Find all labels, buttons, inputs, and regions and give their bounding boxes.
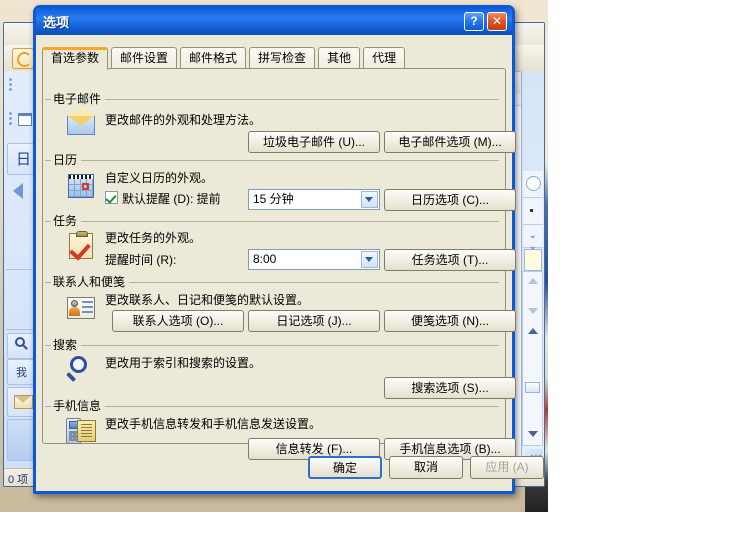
group-mobile-legend: 手机信息: [51, 397, 106, 414]
tab-other[interactable]: 其他: [318, 47, 361, 68]
group-contacts-legend: 联系人和便笺: [51, 273, 130, 290]
nav-dots-icon: [8, 77, 13, 93]
outlook-todo-bar: ⌄ ⌄: [521, 71, 544, 468]
tab-mail-setup[interactable]: 邮件设置: [111, 47, 178, 68]
tab-mail-format[interactable]: 邮件格式: [180, 47, 247, 68]
reminder-interval-value: 15 分钟: [253, 192, 294, 206]
notes-options-button[interactable]: 便笺选项 (N)...: [384, 310, 516, 332]
mobile-info-icon: [65, 415, 97, 447]
journal-options-button[interactable]: 日记选项 (J)...: [248, 310, 380, 332]
group-calendar-rule: [45, 160, 499, 161]
contacts-icon: [65, 292, 97, 324]
apply-button: 应用 (A): [470, 456, 544, 479]
contact-options-button[interactable]: 联系人选项 (O)...: [112, 310, 244, 332]
search-description: 更改用于索引和搜索的设置。: [105, 356, 262, 370]
group-search-legend: 搜索: [51, 336, 82, 353]
group-email-legend: 电子邮件: [51, 90, 106, 107]
chevron-down-icon[interactable]: [361, 191, 378, 208]
group-tasks-legend: 任务: [51, 212, 82, 229]
tab-spelling[interactable]: 拼写检查: [249, 47, 316, 68]
reminder-time-label: 提醒时间 (R):: [105, 253, 177, 267]
close-button[interactable]: ✕: [487, 12, 507, 31]
group-tasks-rule: [45, 221, 499, 222]
todo-cell-2[interactable]: [523, 198, 543, 225]
nav-grid-icon: [18, 113, 32, 126]
scroll-up-arrow-icon[interactable]: [527, 328, 538, 334]
outlook-logo-icon: [12, 48, 34, 69]
todo-scrollbar[interactable]: [522, 271, 543, 446]
dialog-tabrow: 首选参数 邮件设置 邮件格式 拼写检查 其他 代理: [42, 47, 408, 70]
nav-envelope-icon: [14, 395, 33, 409]
calendar-icon: [65, 170, 97, 202]
scroll-down-arrow-icon[interactable]: [527, 431, 538, 437]
reminder-time-combo[interactable]: 8:00: [248, 249, 380, 270]
task-options-button[interactable]: 任务选项 (T)...: [384, 249, 516, 271]
ok-button[interactable]: 确定: [308, 456, 382, 479]
todo-note-cell[interactable]: [524, 249, 542, 271]
help-button[interactable]: ?: [464, 12, 484, 31]
email-icon: [65, 107, 97, 141]
scroll-down-faint-icon[interactable]: [527, 308, 538, 314]
todo-cell-1[interactable]: [523, 171, 543, 198]
group-search-rule: [45, 345, 499, 346]
mobile-description: 更改手机信息转发和手机信息发送设置。: [105, 417, 322, 431]
dialog-title: 选项: [43, 15, 70, 30]
group-email-rule: [45, 99, 499, 100]
screen-root: 日 我 ✕: [0, 0, 753, 539]
todo-dot-icon: [530, 209, 533, 212]
reminder-interval-combo[interactable]: 15 分钟: [248, 189, 380, 210]
default-reminder-checkbox[interactable]: [105, 191, 118, 204]
scrollbar-thumb[interactable]: [525, 382, 540, 393]
nav-person-search-icon: [14, 337, 29, 352]
contacts-description: 更改联系人、日记和便笺的默认设置。: [105, 293, 310, 307]
tasks-description: 更改任务的外观。: [105, 231, 202, 245]
options-dialog: 选项 ? ✕ 首选参数 邮件设置 邮件格式 拼写检查 其他 代理 电子邮件 更改…: [33, 5, 544, 494]
nav-dots-icon-2: [8, 111, 13, 127]
calendar-options-button[interactable]: 日历选项 (C)...: [384, 189, 516, 211]
todo-circle-icon: [526, 176, 541, 191]
group-mobile-rule: [45, 406, 499, 407]
tab-preferences[interactable]: 首选参数: [42, 47, 109, 70]
task-icon: [65, 230, 97, 262]
junk-email-button[interactable]: 垃圾电子邮件 (U)...: [248, 131, 380, 153]
nav-folder-letter: 日: [16, 152, 32, 168]
nav-back-arrow-icon[interactable]: [13, 183, 23, 199]
group-calendar-legend: 日历: [51, 151, 82, 168]
scroll-up-faint-icon[interactable]: [527, 278, 538, 284]
reminder-time-value: 8:00: [253, 252, 277, 266]
nav-my-label: 我: [16, 367, 27, 379]
todo-cell-3[interactable]: ⌄ ⌄: [523, 225, 543, 251]
default-reminder-label: 默认提醒 (D): 提前: [122, 192, 221, 206]
calendar-description: 自定义日历的外观。: [105, 171, 214, 185]
email-options-button[interactable]: 电子邮件选项 (M)...: [384, 131, 516, 153]
email-description: 更改邮件的外观和处理方法。: [105, 113, 262, 127]
chevron-down-icon-2[interactable]: [361, 251, 378, 268]
cancel-button[interactable]: 取消: [389, 456, 463, 479]
dialog-body: 首选参数 邮件设置 邮件格式 拼写检查 其他 代理 电子邮件 更改邮件的外观和处…: [36, 35, 544, 491]
tab-delegates[interactable]: 代理: [363, 47, 406, 68]
dialog-titlebar[interactable]: 选项 ? ✕: [36, 8, 512, 35]
tab-panel-preferences: 电子邮件 更改邮件的外观和处理方法。 垃圾电子邮件 (U)... 电子邮件选项 …: [42, 68, 516, 460]
search-icon: [65, 353, 97, 385]
search-options-button[interactable]: 搜索选项 (S)...: [384, 377, 516, 399]
